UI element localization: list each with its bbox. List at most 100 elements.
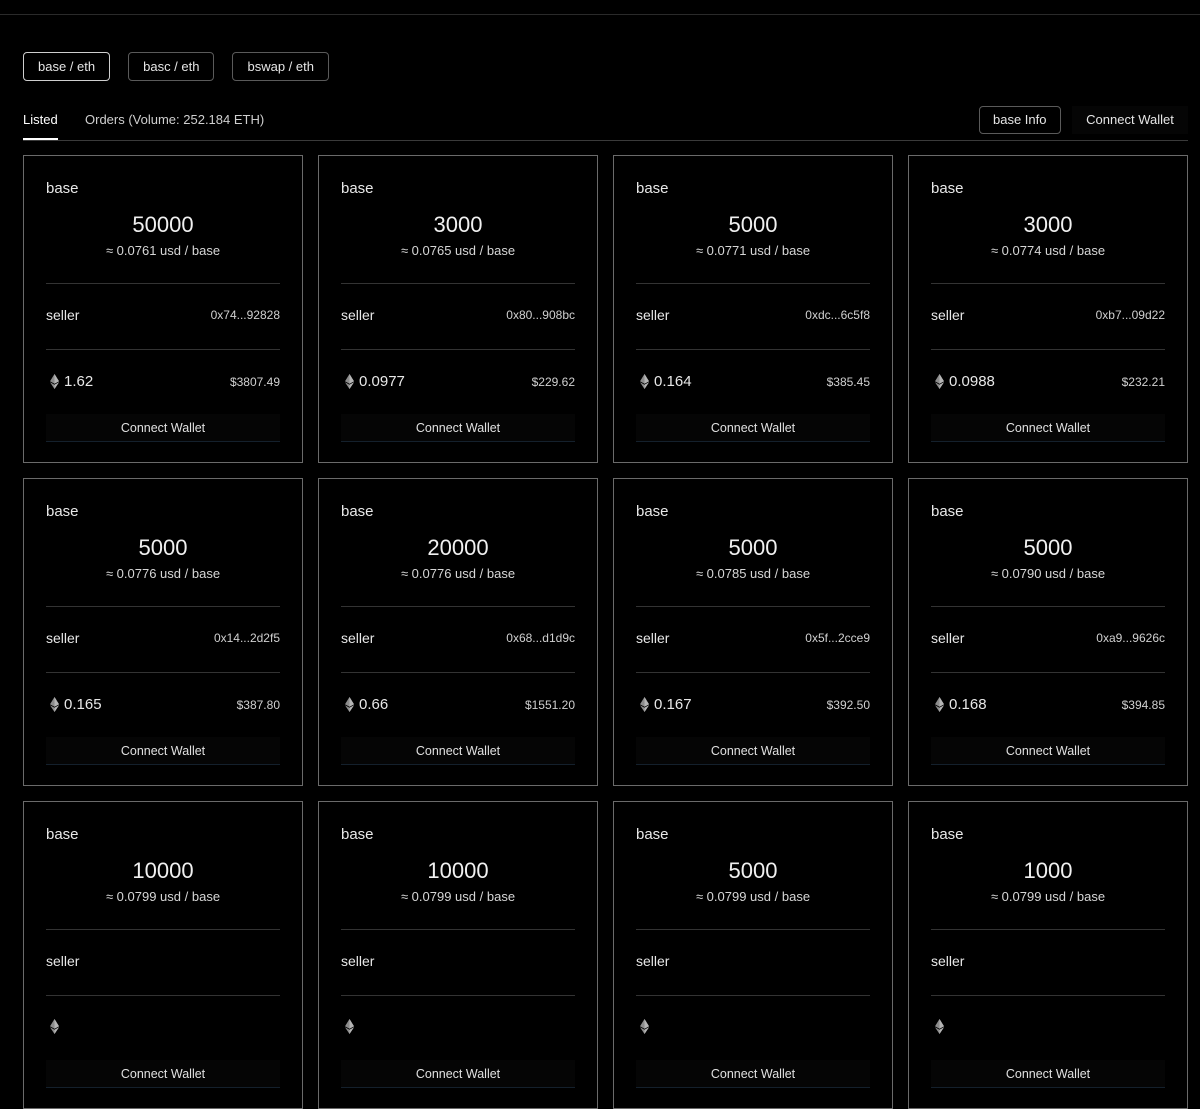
unit-price: ≈ 0.0790 usd / base [990, 566, 1106, 581]
seller-label: seller [636, 630, 670, 646]
card-connect-wallet-button[interactable]: Connect Wallet [46, 1060, 280, 1088]
usd-value: $3807.49 [229, 375, 280, 389]
card-divider [46, 349, 280, 350]
ethereum-icon [345, 374, 354, 389]
card-divider [931, 283, 1165, 284]
listing-amount: 5000 [728, 535, 778, 560]
listing-card: base 1000 ≈ 0.0799 usd / base seller Con… [908, 801, 1188, 1109]
seller-address[interactable]: 0xa9...9626c [1096, 631, 1165, 645]
seller-label: seller [46, 953, 80, 969]
seller-label: seller [931, 307, 965, 323]
eth-amount: 0.164 [654, 373, 692, 390]
eth-price: 0.167 [640, 696, 692, 713]
eth-price [640, 1019, 654, 1034]
card-connect-wallet-button[interactable]: Connect Wallet [931, 737, 1165, 765]
usd-value: $387.80 [236, 698, 280, 712]
seller-address[interactable]: 0x5f...2cce9 [805, 631, 870, 645]
pair-button-bswap-eth[interactable]: bswap / eth [232, 52, 329, 81]
card-divider [931, 349, 1165, 350]
card-divider [931, 606, 1165, 607]
connect-wallet-button[interactable]: Connect Wallet [1072, 106, 1188, 134]
seller-label: seller [931, 630, 965, 646]
eth-amount: 0.168 [949, 696, 987, 713]
listing-amount: 5000 [728, 212, 778, 237]
seller-label: seller [341, 307, 375, 323]
eth-amount: 0.66 [359, 696, 389, 713]
seller-address[interactable]: 0x14...2d2f5 [214, 631, 280, 645]
card-connect-wallet-button[interactable]: Connect Wallet [636, 414, 870, 442]
unit-price: ≈ 0.0771 usd / base [695, 243, 811, 258]
card-connect-wallet-button[interactable]: Connect Wallet [46, 737, 280, 765]
seller-label: seller [46, 307, 80, 323]
base-info-button[interactable]: base Info [979, 106, 1061, 134]
card-divider [46, 929, 280, 930]
listing-amount: 5000 [728, 858, 778, 883]
unit-price: ≈ 0.0765 usd / base [400, 243, 516, 258]
unit-price: ≈ 0.0785 usd / base [695, 566, 811, 581]
listing-card: base 50000 ≈ 0.0761 usd / base seller 0x… [23, 155, 303, 463]
card-connect-wallet-button[interactable]: Connect Wallet [931, 1060, 1165, 1088]
seller-label: seller [636, 953, 670, 969]
card-divider [636, 283, 870, 284]
card-connect-wallet-button[interactable]: Connect Wallet [341, 737, 575, 765]
seller-address[interactable]: 0xdc...6c5f8 [805, 308, 870, 322]
card-divider [341, 283, 575, 284]
ethereum-icon [640, 697, 649, 712]
unit-price: ≈ 0.0776 usd / base [400, 566, 516, 581]
listing-card: base 5000 ≈ 0.0776 usd / base seller 0x1… [23, 478, 303, 786]
card-connect-wallet-button[interactable]: Connect Wallet [931, 414, 1165, 442]
seller-address[interactable]: 0xb7...09d22 [1096, 308, 1165, 322]
card-connect-wallet-button[interactable]: Connect Wallet [46, 414, 280, 442]
listing-amount: 5000 [138, 535, 188, 560]
token-name: base [46, 180, 79, 197]
listing-amount: 1000 [1023, 858, 1073, 883]
card-connect-wallet-button[interactable]: Connect Wallet [341, 1060, 575, 1088]
listings-grid: base 50000 ≈ 0.0761 usd / base seller 0x… [23, 155, 1188, 1109]
usd-value: $394.85 [1121, 698, 1165, 712]
card-connect-wallet-button[interactable]: Connect Wallet [636, 737, 870, 765]
seller-label: seller [341, 953, 375, 969]
ethereum-icon [50, 1019, 59, 1034]
listing-card: base 5000 ≈ 0.0771 usd / base seller 0xd… [613, 155, 893, 463]
pair-button-base-eth[interactable]: base / eth [23, 52, 111, 81]
eth-amount: 0.0977 [359, 373, 405, 390]
card-divider [931, 929, 1165, 930]
card-divider [636, 349, 870, 350]
ethereum-icon [50, 374, 59, 389]
usd-value: $392.50 [826, 698, 870, 712]
listing-amount: 10000 [427, 858, 489, 883]
card-divider [46, 606, 280, 607]
token-name: base [636, 826, 669, 843]
eth-price: 0.164 [640, 373, 692, 390]
card-divider [341, 606, 575, 607]
card-divider [636, 606, 870, 607]
token-name: base [636, 503, 669, 520]
tab-listed[interactable]: Listed [23, 112, 58, 140]
token-name: base [931, 503, 964, 520]
listing-card: base 5000 ≈ 0.0799 usd / base seller Con… [613, 801, 893, 1109]
unit-price: ≈ 0.0774 usd / base [990, 243, 1106, 258]
unit-price: ≈ 0.0799 usd / base [695, 889, 811, 904]
seller-address[interactable]: 0x74...92828 [211, 308, 280, 322]
token-name: base [341, 503, 374, 520]
eth-amount: 0.165 [64, 696, 102, 713]
card-connect-wallet-button[interactable]: Connect Wallet [636, 1060, 870, 1088]
eth-price [935, 1019, 949, 1034]
ethereum-icon [345, 697, 354, 712]
tab-orders[interactable]: Orders (Volume: 252.184 ETH) [85, 112, 264, 139]
card-divider [636, 672, 870, 673]
pair-selector: base / eth basc / eth bswap / eth [23, 52, 329, 81]
top-divider [0, 14, 1200, 15]
eth-price: 0.0988 [935, 373, 995, 390]
ethereum-icon [935, 1019, 944, 1034]
usd-value: $385.45 [826, 375, 870, 389]
seller-address[interactable]: 0x68...d1d9c [506, 631, 575, 645]
token-name: base [341, 826, 374, 843]
pair-button-basc-eth[interactable]: basc / eth [128, 52, 215, 81]
ethereum-icon [935, 374, 944, 389]
listing-card: base 20000 ≈ 0.0776 usd / base seller 0x… [318, 478, 598, 786]
seller-address[interactable]: 0x80...908bc [506, 308, 575, 322]
card-divider [46, 283, 280, 284]
listing-card: base 3000 ≈ 0.0774 usd / base seller 0xb… [908, 155, 1188, 463]
card-connect-wallet-button[interactable]: Connect Wallet [341, 414, 575, 442]
